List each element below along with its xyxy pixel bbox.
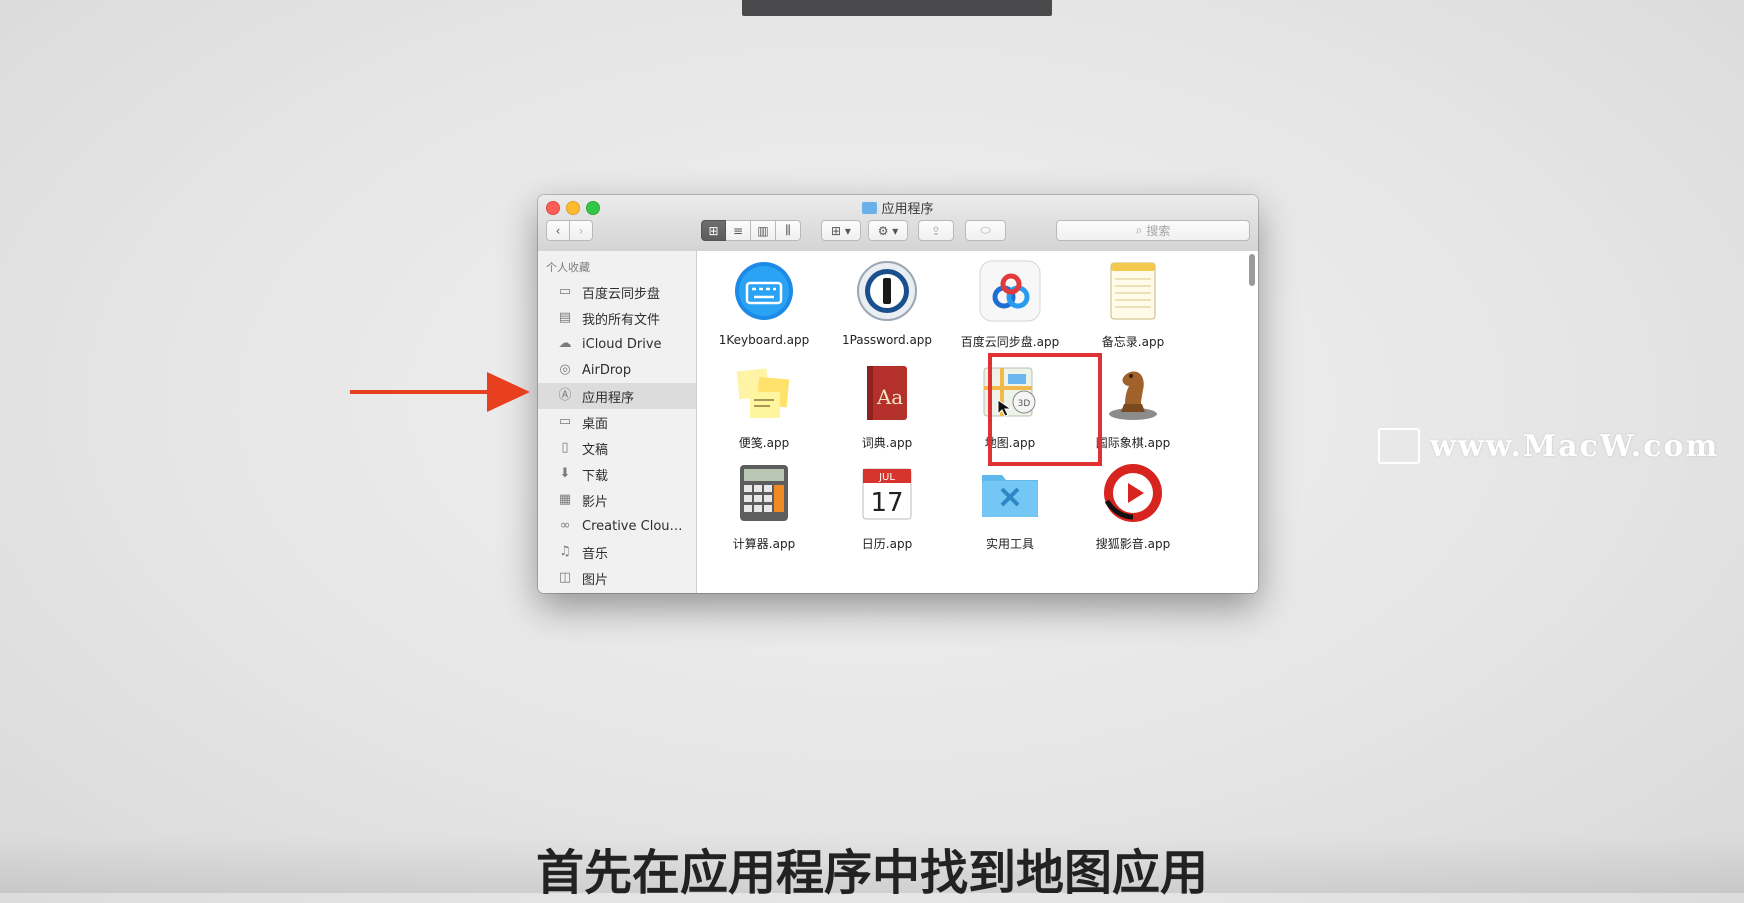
window-title: 应用程序	[538, 198, 1258, 217]
music-icon: ♫	[559, 544, 571, 559]
search-icon: ⌕	[1135, 223, 1143, 237]
sidebar-item[interactable]: ◎ AirDrop	[538, 357, 696, 383]
sidebar-item[interactable]: ◫ 图片	[538, 565, 696, 591]
forward-button[interactable]: ›	[569, 220, 593, 241]
app-item[interactable]: 实用工具	[945, 461, 1075, 552]
coverflow-view-button[interactable]: ⫼	[776, 220, 801, 241]
finder-window: 应用程序 ‹ › ⊞ ≡ ▥ ⫼ ⊞ ▾ ⚙ ▾ ⇪ ⬭ ⌕ 搜索 个人收藏 ▭ 百…	[538, 195, 1258, 593]
app-name-label: 计算器.app	[732, 537, 796, 551]
app-name-label: 备忘录.app	[1101, 335, 1165, 349]
dictionary-icon: Aa	[855, 360, 919, 424]
sidebar-item[interactable]: ▯ 文稿	[538, 435, 696, 461]
1keyboard-icon	[732, 259, 796, 323]
app-name-label: 百度云同步盘.app	[960, 335, 1060, 349]
sidebar-item-label: 应用程序	[582, 390, 635, 406]
airdrop-icon: ◎	[559, 362, 571, 377]
app-name-label: 日历.app	[861, 537, 913, 551]
app-item[interactable]: Aa 词典.app	[822, 360, 952, 451]
sidebar: 个人收藏 ▭ 百度云同步盘 ▤ 我的所有文件 ☁ iCloud Drive ◎ AirDrop…	[538, 251, 697, 593]
column-view-button[interactable]: ▥	[751, 220, 776, 241]
app-name-label: 1Keyboard.app	[718, 333, 810, 347]
app-item[interactable]: JUL 17 日历.app	[822, 461, 952, 552]
sidebar-item-label: 下载	[582, 468, 609, 484]
svg-text:17: 17	[870, 488, 903, 518]
sidebar-item-label: Creative Clou…	[582, 518, 683, 534]
search-field[interactable]: ⌕ 搜索	[1056, 220, 1250, 241]
chess-icon	[1101, 360, 1165, 424]
baidu-cloud-icon	[978, 259, 1042, 323]
pointer-arrow-head	[487, 372, 530, 412]
sidebar-item[interactable]: ⬇ 下载	[538, 461, 696, 487]
sidebar-item[interactable]: ☁ iCloud Drive	[538, 331, 696, 357]
app-name-label: 搜狐影音.app	[1095, 537, 1171, 551]
1password-icon	[855, 259, 919, 323]
sidebar-item-label: 图片	[582, 572, 609, 588]
stickies-icon	[732, 360, 796, 424]
sidebar-item-label: 桌面	[582, 416, 609, 432]
watermark: www.MacW.com	[1378, 426, 1719, 466]
app-item[interactable]: 1Password.app	[822, 259, 952, 347]
sidebar-header-favorites: 个人收藏	[546, 261, 590, 274]
calculator-icon	[732, 461, 796, 525]
applications-icon: Ⓐ	[558, 388, 572, 403]
app-name-label: 便笺.app	[738, 436, 790, 450]
sidebar-item[interactable]: ▭ 桌面	[538, 409, 696, 435]
cloud-icon: ☁	[558, 336, 572, 351]
icon-view-button[interactable]: ⊞	[701, 220, 726, 241]
desktop-icon: ▭	[558, 414, 572, 429]
sidebar-item[interactable]: ▭ 百度云同步盘	[538, 279, 696, 305]
file-grid: 1Keyboard.app 1Password.app 百度云同步盘.app 备忘录.…	[697, 251, 1258, 593]
pointer-arrow-line	[350, 390, 490, 394]
app-name-label: 词典.app	[861, 436, 913, 450]
app-item[interactable]: 百度云同步盘.app	[945, 259, 1075, 350]
utilities-folder-icon	[978, 461, 1042, 525]
folder-icon: ▭	[558, 284, 572, 299]
tags-button[interactable]: ⬭	[965, 220, 1006, 241]
list-view-button[interactable]: ≡	[726, 220, 751, 241]
highlight-box	[988, 353, 1102, 466]
sidebar-item-label: AirDrop	[582, 362, 632, 378]
downloads-icon: ⬇	[559, 466, 571, 481]
sidebar-list: ▭ 百度云同步盘 ▤ 我的所有文件 ☁ iCloud Drive ◎ AirDrop Ⓐ 应用程序…	[538, 279, 696, 591]
sidebar-item[interactable]: ▤ 我的所有文件	[538, 305, 696, 331]
watermark-logo-icon	[1378, 428, 1420, 464]
sohu-video-icon	[1101, 461, 1165, 525]
back-button[interactable]: ‹	[546, 220, 570, 241]
notes-icon	[1101, 259, 1165, 323]
sidebar-item[interactable]: ▦ 影片	[538, 487, 696, 513]
arrange-button[interactable]: ⊞ ▾	[821, 220, 861, 241]
sidebar-item-label: 影片	[582, 494, 609, 510]
app-item[interactable]: 计算器.app	[699, 461, 829, 552]
sidebar-item[interactable]: Ⓐ 应用程序	[538, 383, 696, 409]
all-files-icon: ▤	[558, 310, 572, 325]
calendar-icon: JUL 17	[855, 461, 919, 525]
sidebar-item-label: 百度云同步盘	[582, 286, 661, 302]
app-item[interactable]: 便笺.app	[699, 360, 829, 451]
svg-text:JUL: JUL	[878, 472, 895, 483]
app-item[interactable]: 备忘录.app	[1068, 259, 1198, 350]
svg-text:Aa: Aa	[876, 385, 903, 409]
titlebar: 应用程序 ‹ › ⊞ ≡ ▥ ⫼ ⊞ ▾ ⚙ ▾ ⇪ ⬭ ⌕ 搜索	[538, 195, 1258, 252]
top-bar	[742, 0, 1052, 16]
app-name-label: 实用工具	[985, 537, 1034, 551]
action-button[interactable]: ⚙ ▾	[868, 220, 908, 241]
sidebar-item-label: iCloud Drive	[582, 336, 662, 352]
pictures-icon: ◫	[558, 570, 572, 585]
app-item[interactable]: 搜狐影音.app	[1068, 461, 1198, 552]
scrollbar[interactable]	[1249, 254, 1255, 286]
sidebar-item[interactable]: ∞ Creative Clou…	[538, 513, 696, 539]
sidebar-item[interactable]: ♫ 音乐	[538, 539, 696, 565]
creative-cloud-icon: ∞	[559, 518, 571, 533]
share-button[interactable]: ⇪	[918, 220, 954, 241]
applications-folder-icon	[862, 202, 878, 214]
documents-icon: ▯	[561, 440, 569, 455]
sidebar-item-label: 我的所有文件	[582, 312, 661, 328]
sidebar-item-label: 文稿	[582, 442, 609, 458]
sidebar-item-label: 音乐	[582, 546, 609, 562]
view-mode-group: ⊞ ≡ ▥ ⫼	[701, 220, 801, 241]
app-item[interactable]: 1Keyboard.app	[699, 259, 829, 347]
app-name-label: 1Password.app	[841, 333, 933, 347]
movies-icon: ▦	[558, 492, 572, 507]
